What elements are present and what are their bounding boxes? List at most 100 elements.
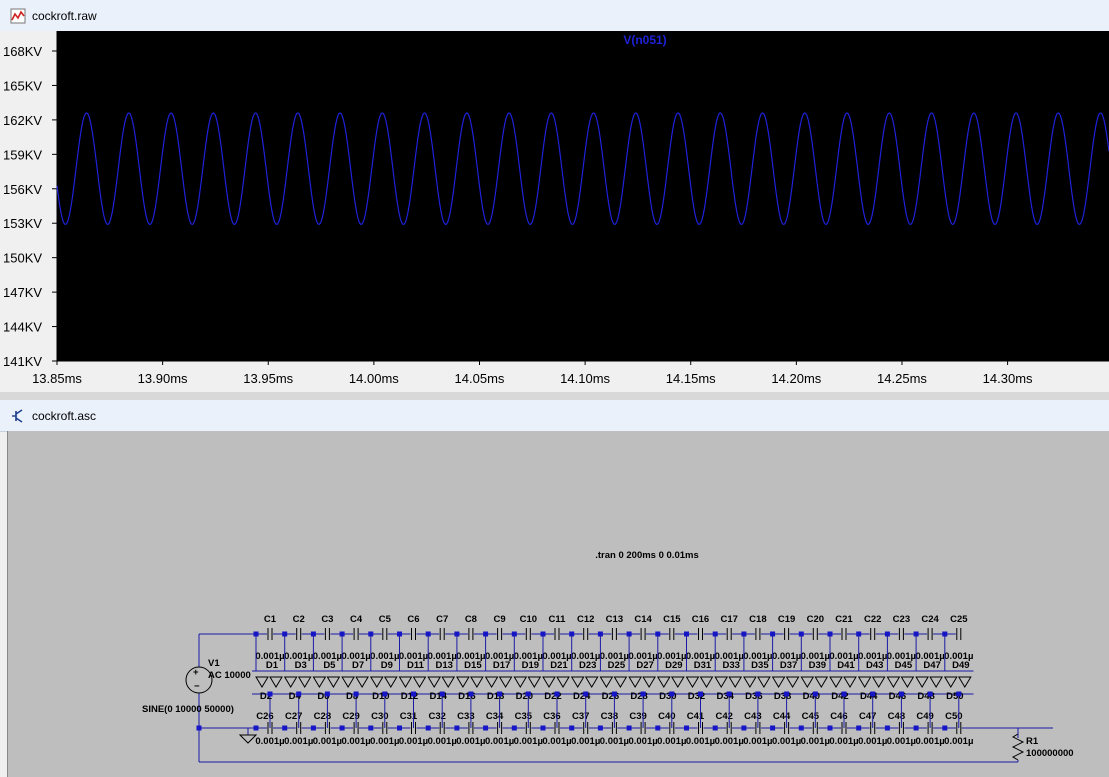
schematic-drawing[interactable]: .tran 0 200ms 0 0.01ms C10.001µC20.001µC… — [8, 431, 1109, 777]
diode-D23[interactable] — [570, 676, 585, 688]
diode-label-D44: D44 — [860, 691, 878, 702]
diode-D41[interactable] — [829, 676, 843, 688]
source-spec: SINE(0 10000 50000) — [142, 704, 234, 715]
diode-D18[interactable] — [498, 676, 513, 688]
diode-D35[interactable] — [743, 676, 757, 688]
cap-label-C19: C19 — [778, 614, 795, 625]
junction — [770, 725, 776, 731]
diode-D17[interactable] — [484, 676, 499, 688]
diode-D6[interactable] — [326, 676, 341, 688]
diode-D40[interactable] — [814, 676, 829, 688]
diode-D10[interactable] — [383, 676, 398, 688]
junction — [640, 691, 646, 697]
window-splitter[interactable] — [0, 392, 1109, 400]
waveform-plot[interactable]: V(n051) 168KV 165KV 162KV 159KV 156KV 153KV 15… — [0, 31, 1109, 392]
diode-D31[interactable] — [685, 676, 700, 688]
waveform-window-titlebar[interactable]: cockroft.raw — [0, 0, 1109, 32]
diode-D49[interactable] — [943, 676, 958, 688]
ground-icon — [238, 734, 258, 744]
diode-D12[interactable] — [412, 676, 427, 688]
junction — [368, 725, 374, 731]
diode-D15[interactable] — [456, 676, 470, 688]
diode-D44[interactable] — [871, 676, 886, 688]
diode-D16[interactable] — [470, 676, 484, 688]
diode-D14[interactable] — [441, 676, 456, 688]
diode-D42[interactable] — [843, 676, 857, 688]
diode-label-D35: D35 — [751, 660, 769, 671]
cap-label-C40: C40 — [658, 711, 675, 722]
cap-value: 0.001µ — [743, 736, 772, 747]
cap-label-C44: C44 — [773, 711, 791, 722]
junction — [353, 691, 359, 697]
cap-value: 0.001µ — [858, 736, 887, 747]
schematic-canvas[interactable]: .tran 0 200ms 0 0.01ms C1 0.001µ C2 0.001µ C… — [7, 431, 1109, 777]
diode-label-D19: D19 — [522, 660, 539, 671]
diode-D7[interactable] — [341, 676, 355, 688]
cap-label-C6: C6 — [407, 614, 419, 625]
plot-canvas[interactable] — [57, 31, 1109, 361]
y-tick-label: 168KV — [3, 44, 42, 59]
diode-D47[interactable] — [915, 676, 929, 688]
diode-D46[interactable] — [900, 676, 915, 688]
diode-D30[interactable] — [670, 676, 685, 688]
diode-D32[interactable] — [699, 676, 714, 688]
schematic-window[interactable]: cockroft.asc .tran 0 200ms 0 0.01ms C1 0.… — [0, 400, 1109, 777]
diode-D21[interactable] — [542, 676, 556, 688]
diode-D2[interactable] — [269, 676, 283, 688]
x-tick-label: 14.30ms — [983, 371, 1033, 386]
diode-D20[interactable] — [527, 676, 542, 688]
diode-D9[interactable] — [369, 676, 384, 688]
diode-D50[interactable] — [957, 676, 972, 688]
diode-D19[interactable] — [513, 676, 528, 688]
diode-D11[interactable] — [398, 676, 413, 688]
waveform-window[interactable]: cockroft.raw V(n051) 168KV 165KV 162KV 159K… — [0, 0, 1109, 392]
junction — [755, 691, 761, 697]
diode-D1[interactable] — [255, 676, 269, 688]
diode-D8[interactable] — [355, 676, 369, 688]
schematic-icon — [10, 408, 26, 424]
cap-label-C48: C48 — [888, 711, 905, 722]
cap-value: 0.001µ — [255, 736, 284, 747]
plot-pane[interactable]: V(n051) 168KV 165KV 162KV 159KV 156KV 153KV 15… — [0, 31, 1109, 392]
diode-label-D47: D47 — [923, 660, 940, 671]
cap-label-C8: C8 — [465, 614, 477, 625]
cap-label-C49: C49 — [916, 711, 933, 722]
diode-label-D5: D5 — [323, 660, 336, 671]
diode-D48[interactable] — [929, 676, 943, 688]
cap-value: 0.001µ — [399, 736, 428, 747]
trace-label[interactable]: V(n051) — [623, 33, 666, 47]
source-name: V1 — [208, 658, 220, 669]
diode-D25[interactable] — [599, 676, 614, 688]
cap-value: 0.001µ — [571, 736, 600, 747]
diode-D37[interactable] — [771, 676, 786, 688]
cap-label-C21: C21 — [835, 614, 853, 625]
diode-D13[interactable] — [427, 676, 442, 688]
diode-D4[interactable] — [297, 676, 312, 688]
diode-D3[interactable] — [283, 676, 298, 688]
diode-D24[interactable] — [584, 676, 599, 688]
diode-D27[interactable] — [628, 676, 642, 688]
cap-label-C25: C25 — [950, 614, 968, 625]
tran-directive[interactable]: .tran 0 200ms 0 0.01ms — [595, 550, 699, 561]
cap-value: 0.001µ — [829, 736, 858, 747]
diode-D45[interactable] — [886, 676, 901, 688]
diode-D26[interactable] — [613, 676, 628, 688]
cap-value: 0.001µ — [915, 736, 944, 747]
junction — [927, 691, 933, 697]
diode-D22[interactable] — [556, 676, 570, 688]
diode-D43[interactable] — [857, 676, 872, 688]
diode-D36[interactable] — [757, 676, 771, 688]
diode-label-D17: D17 — [493, 660, 510, 671]
diode-D5[interactable] — [312, 676, 327, 688]
diode-D29[interactable] — [656, 676, 671, 688]
cap-value: 0.001µ — [715, 736, 744, 747]
diode-D39[interactable] — [800, 676, 815, 688]
diode-D34[interactable] — [728, 676, 743, 688]
diode-D38[interactable] — [785, 676, 800, 688]
diode-D28[interactable] — [642, 676, 656, 688]
junction — [439, 691, 445, 697]
diode-D33[interactable] — [714, 676, 729, 688]
multiplier-circuit[interactable]: C1 0.001µ C2 0.001µ C3 0.001µ C4 0.001µ C5 0.001µ… — [142, 614, 1074, 763]
junction — [339, 725, 345, 731]
schematic-window-titlebar[interactable]: cockroft.asc — [0, 400, 1109, 432]
